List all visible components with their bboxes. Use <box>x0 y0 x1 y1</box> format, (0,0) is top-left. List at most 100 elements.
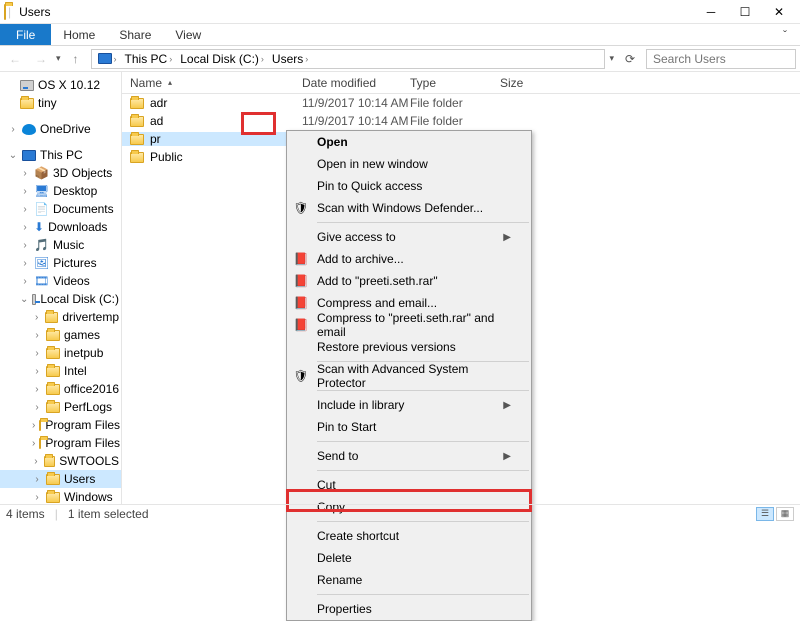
ribbon-expand-button[interactable]: ˇ <box>770 24 800 45</box>
ctx-delete[interactable]: Delete <box>287 547 531 569</box>
shield-icon: 🛡 <box>293 368 309 384</box>
tree-item[interactable]: ›PerfLogs <box>0 398 121 416</box>
shield-icon: 🛡 <box>293 200 309 216</box>
folder-icon <box>46 366 60 377</box>
ctx-windows-defender[interactable]: 🛡Scan with Windows Defender... <box>287 197 531 219</box>
tree-item-onedrive[interactable]: ›OneDrive <box>0 120 121 138</box>
library-icon: 📦 <box>34 166 49 180</box>
archive-icon: 📕 <box>293 251 309 267</box>
ctx-properties[interactable]: Properties <box>287 598 531 620</box>
view-details-button[interactable]: ☰ <box>756 507 774 521</box>
refresh-button[interactable]: ⟳ <box>618 49 642 69</box>
breadcrumb-segment[interactable]: This PC <box>125 52 168 66</box>
tab-home[interactable]: Home <box>51 24 107 45</box>
ctx-create-shortcut[interactable]: Create shortcut <box>287 525 531 547</box>
tree-item[interactable]: ›🖥Desktop <box>0 182 121 200</box>
ctx-send-to[interactable]: Send to▶ <box>287 445 531 467</box>
col-date[interactable]: Date modified <box>302 76 410 90</box>
ctx-asp-scan[interactable]: 🛡Scan with Advanced System Protector <box>287 365 531 387</box>
ctx-open-new-window[interactable]: Open in new window <box>287 153 531 175</box>
ctx-give-access[interactable]: Give access to▶ <box>287 226 531 248</box>
breadcrumb[interactable]: › This PC› Local Disk (C:)› Users› <box>91 49 606 69</box>
tree-item[interactable]: ›SWTOOLS <box>0 452 121 470</box>
nav-up-button[interactable]: ↑ <box>65 48 87 70</box>
drive-icon <box>20 80 34 91</box>
tree-item[interactable]: ›Program Files <box>0 416 121 434</box>
close-button[interactable]: ✕ <box>762 2 796 22</box>
col-size[interactable]: Size <box>500 76 560 90</box>
chevron-down-icon: ˇ <box>783 28 787 42</box>
status-item-count: 4 items <box>6 507 45 521</box>
submenu-arrow-icon: ▶ <box>503 451 511 462</box>
nav-forward-button[interactable]: → <box>30 48 52 70</box>
tree-item[interactable]: ›Intel <box>0 362 121 380</box>
folder-icon <box>46 384 60 395</box>
folder-icon <box>39 438 41 449</box>
tree-item[interactable]: ›📄Documents <box>0 200 121 218</box>
tab-view[interactable]: View <box>163 24 213 45</box>
folder-icon <box>44 456 55 467</box>
archive-icon: 📕 <box>293 273 309 289</box>
window-title: Users <box>19 5 50 19</box>
tree-item[interactable]: ›Program Files <box>0 434 121 452</box>
ctx-restore-versions[interactable]: Restore previous versions <box>287 336 531 358</box>
nav-history-dropdown[interactable]: ▾ <box>56 53 61 64</box>
qat-divider: | <box>8 5 11 19</box>
tree-item[interactable]: ›Users <box>0 470 121 488</box>
context-menu: Open Open in new window Pin to Quick acc… <box>286 130 532 621</box>
ctx-open[interactable]: Open <box>287 131 531 153</box>
tree-item[interactable]: ›office2016 <box>0 380 121 398</box>
ctx-add-rar[interactable]: 📕Add to "preeti.seth.rar" <box>287 270 531 292</box>
ctx-pin-start[interactable]: Pin to Start <box>287 416 531 438</box>
tree-item[interactable]: ›⬇Downloads <box>0 218 121 236</box>
library-icon: 🖼 <box>34 256 49 270</box>
view-large-icons-button[interactable]: ▦ <box>776 507 794 521</box>
minimize-button[interactable]: ─ <box>694 2 728 22</box>
pc-icon <box>98 53 112 64</box>
ribbon-tabs: File Home Share View ˇ <box>0 24 800 46</box>
tree-item-localdisk[interactable]: ⌄Local Disk (C:) <box>0 290 121 308</box>
library-icon: 🎞 <box>34 274 49 288</box>
tree-item[interactable]: ›Windows <box>0 488 121 504</box>
maximize-button[interactable]: ☐ <box>728 2 762 22</box>
folder-icon <box>46 492 60 503</box>
folder-icon <box>46 474 60 485</box>
tree-item[interactable]: OS X 10.12 <box>0 76 121 94</box>
tree-item[interactable]: ›games <box>0 326 121 344</box>
archive-icon: 📕 <box>293 317 309 333</box>
tree-item[interactable]: ›inetpub <box>0 344 121 362</box>
tree-item[interactable]: tiny <box>0 94 121 112</box>
table-row[interactable]: adr11/9/2017 10:14 AMFile folder <box>122 94 800 112</box>
tab-share[interactable]: Share <box>107 24 163 45</box>
col-name[interactable]: Name ▴ <box>122 76 302 90</box>
status-selected-count: 1 item selected <box>68 507 149 521</box>
breadcrumb-segment[interactable]: Users <box>272 52 303 66</box>
tree-item[interactable]: ›🎞Videos <box>0 272 121 290</box>
folder-icon <box>130 134 144 145</box>
col-type[interactable]: Type <box>410 76 500 90</box>
breadcrumb-segment[interactable]: Local Disk (C:) <box>180 52 259 66</box>
folder-icon <box>130 152 144 163</box>
folder-icon <box>20 98 34 109</box>
ctx-cut[interactable]: Cut <box>287 474 531 496</box>
tree-item[interactable]: ›📦3D Objects <box>0 164 121 182</box>
library-icon: 📄 <box>34 202 49 216</box>
tree-item[interactable]: ›🎵Music <box>0 236 121 254</box>
navigation-tree[interactable]: OS X 10.12 tiny ›OneDrive ⌄This PC ›📦3D … <box>0 72 122 504</box>
ctx-include-library[interactable]: Include in library▶ <box>287 394 531 416</box>
ctx-pin-quick-access[interactable]: Pin to Quick access <box>287 175 531 197</box>
ctx-add-archive[interactable]: 📕Add to archive... <box>287 248 531 270</box>
breadcrumb-dropdown[interactable]: ▾ <box>609 53 614 64</box>
title-bar: | Users ─ ☐ ✕ <box>0 0 800 24</box>
nav-back-button[interactable]: ← <box>4 48 26 70</box>
search-input[interactable] <box>646 49 796 69</box>
ctx-compress-to-email[interactable]: 📕Compress to "preeti.seth.rar" and email <box>287 314 531 336</box>
column-headers: Name ▴ Date modified Type Size <box>122 72 800 94</box>
tree-item-thispc[interactable]: ⌄This PC <box>0 146 121 164</box>
tab-file[interactable]: File <box>0 24 51 45</box>
file-list: Name ▴ Date modified Type Size adr11/9/2… <box>122 72 800 504</box>
table-row[interactable]: ad11/9/2017 10:14 AMFile folder <box>122 112 800 130</box>
tree-item[interactable]: ›🖼Pictures <box>0 254 121 272</box>
ctx-rename[interactable]: Rename <box>287 569 531 591</box>
tree-item[interactable]: ›drivertemp <box>0 308 121 326</box>
